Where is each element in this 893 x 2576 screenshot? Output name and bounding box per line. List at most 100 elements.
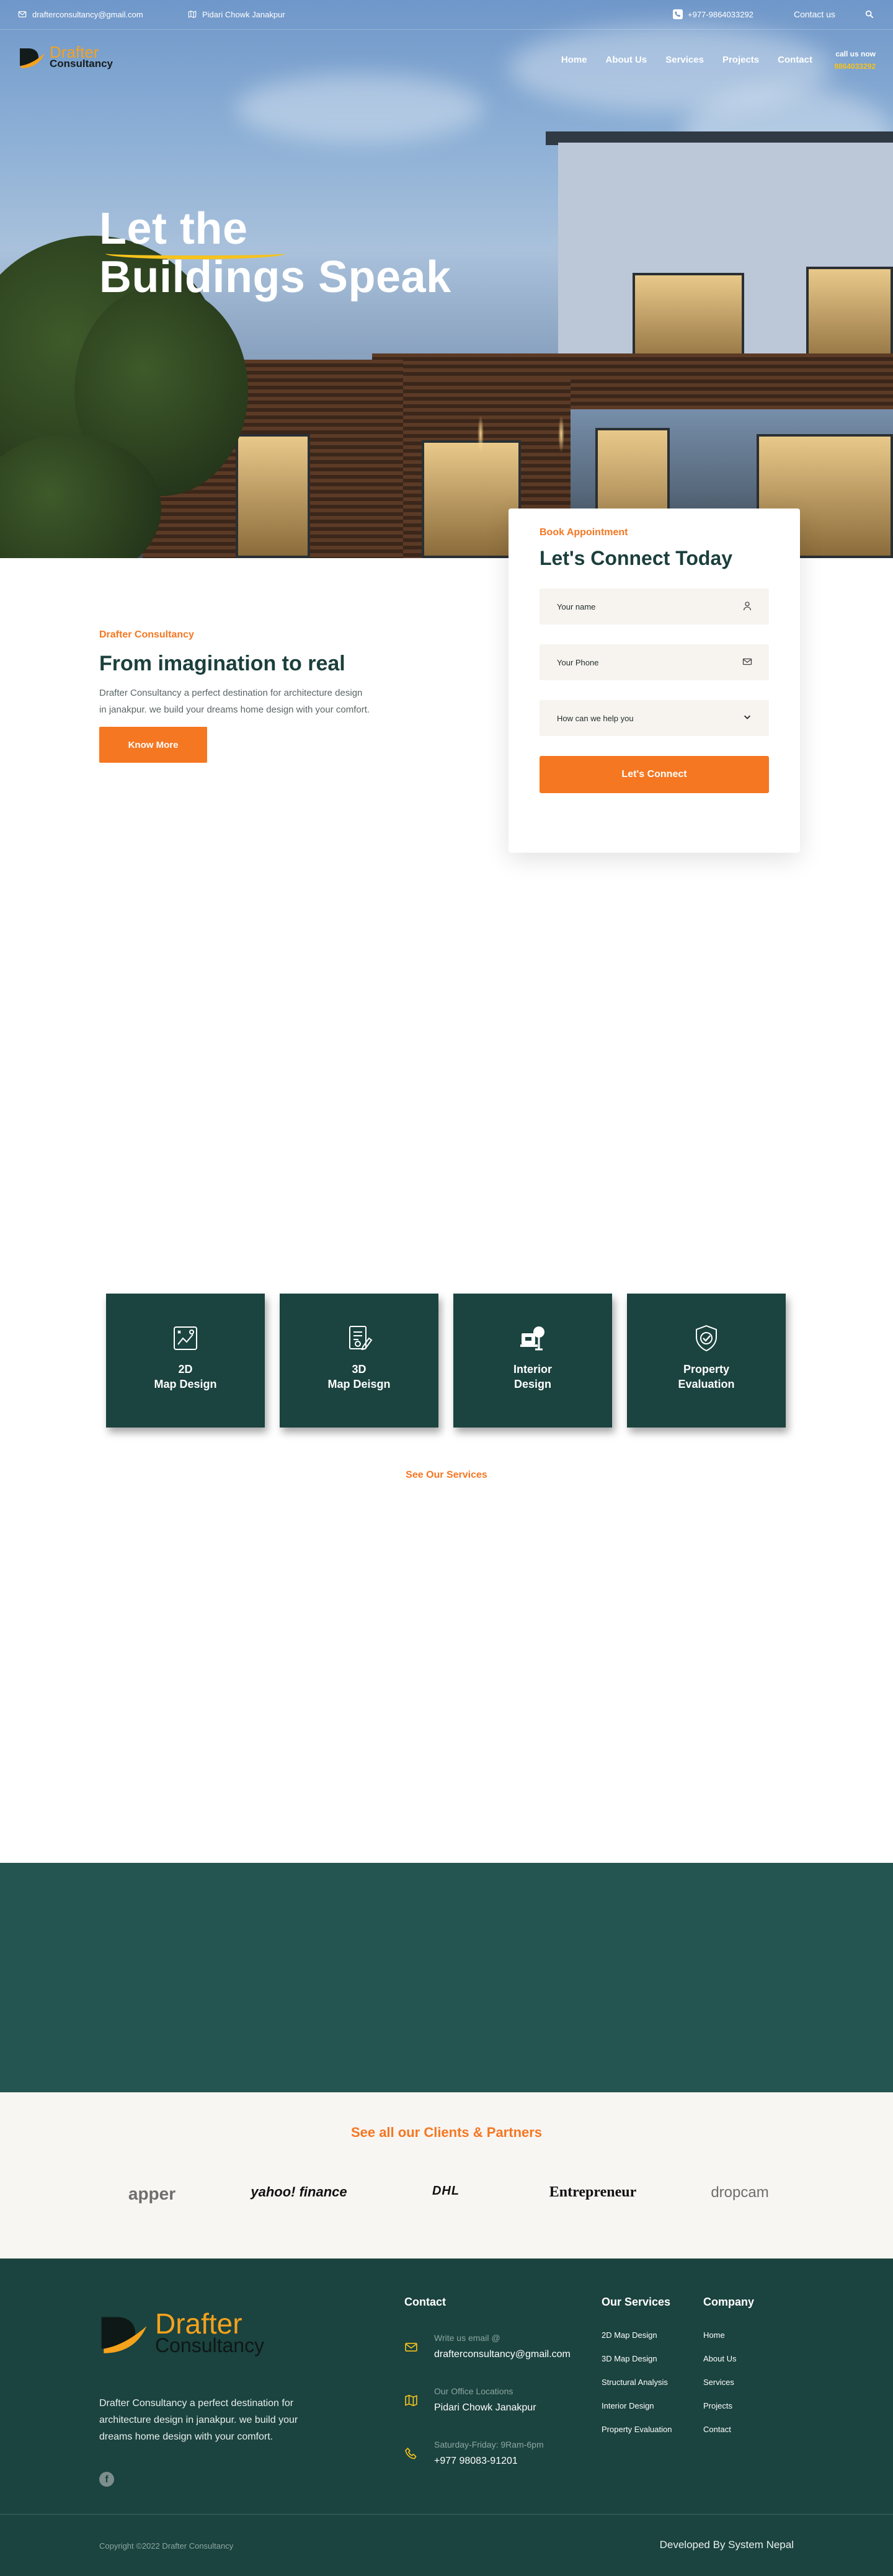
developer-credit[interactable]: Developed By System Nepal bbox=[660, 2539, 794, 2551]
map-3d-icon bbox=[349, 1326, 373, 1351]
footer-company-title: Company bbox=[703, 2296, 755, 2308]
topbar-contact-text: Contact us bbox=[794, 9, 835, 19]
service-card-3d[interactable]: 3D Map Deisgn bbox=[280, 1294, 438, 1428]
know-more-button[interactable]: Know More bbox=[99, 727, 207, 763]
nav-item-projects[interactable]: Projects bbox=[722, 55, 759, 65]
facebook-icon[interactable]: f bbox=[99, 2472, 114, 2487]
footer-description: Drafter Consultancy a perfect destinatio… bbox=[99, 2398, 298, 2442]
logo-line-2: Consultancy bbox=[50, 58, 113, 69]
topbar-contact-link[interactable]: Contact us bbox=[794, 9, 835, 19]
teal-band bbox=[0, 1863, 893, 2092]
footer-logo-line-2: Consultancy bbox=[155, 2334, 265, 2356]
appointment-kicker: Book Appointment bbox=[540, 527, 628, 538]
contact-value: Pidari Chowk Janakpur bbox=[434, 2402, 536, 2413]
footer-company-link[interactable]: Home bbox=[703, 2330, 725, 2340]
phone-field-placeholder: Your Phone bbox=[557, 657, 599, 667]
help-select-placeholder: How can we help you bbox=[557, 713, 634, 723]
envelope-icon bbox=[742, 657, 753, 668]
footer-company-link[interactable]: Projects bbox=[703, 2401, 732, 2410]
footer-contact-location: Our Office Locations Pidari Chowk Janakp… bbox=[404, 2386, 536, 2414]
name-field[interactable]: Your name bbox=[540, 588, 769, 624]
service-name: Interior Design bbox=[513, 1363, 552, 1390]
footer-services-title: Our Services bbox=[602, 2296, 671, 2308]
hero-section: drafterconsultancy@gmail.com Pidari Chow… bbox=[0, 0, 893, 558]
phone-icon bbox=[673, 9, 683, 19]
partner-logo-apper: apper bbox=[128, 2184, 176, 2203]
intro-title: From imagination to real bbox=[99, 652, 345, 675]
partner-logo-dropcam: dropcam bbox=[711, 2184, 769, 2201]
logo-text: Drafter Consultancy bbox=[50, 43, 113, 69]
copyright-text: Copyright ©2022 Drafter Consultancy bbox=[99, 2541, 234, 2551]
page: drafterconsultancy@gmail.com Pidari Chow… bbox=[0, 0, 893, 2576]
service-card-interior[interactable]: Interior Design bbox=[453, 1294, 612, 1428]
intro-kicker: Drafter Consultancy bbox=[99, 629, 194, 640]
see-our-services-link[interactable]: See Our Services bbox=[0, 1470, 893, 1481]
service-card-property[interactable]: Property Evaluation bbox=[627, 1294, 786, 1428]
appointment-card: Book Appointment Let's Connect Today You… bbox=[509, 509, 800, 853]
map-icon bbox=[404, 2394, 420, 2410]
footer-logo-text: Drafter Consultancy bbox=[155, 2307, 265, 2356]
building-window bbox=[422, 440, 521, 558]
footer-contact-phone[interactable]: Saturday-Friday: 9Ram-6pm +977 98083-912… bbox=[404, 2440, 544, 2467]
intro-section: Drafter Consultancy From imagination to … bbox=[99, 629, 372, 763]
building-window bbox=[236, 434, 310, 558]
footer-service-link[interactable]: Interior Design bbox=[602, 2401, 654, 2410]
search-icon bbox=[864, 9, 874, 19]
intro-text: Drafter Consultancy a perfect destinatio… bbox=[99, 688, 370, 715]
nav-item-about[interactable]: About Us bbox=[606, 55, 647, 65]
mail-icon bbox=[17, 9, 27, 19]
lets-connect-button[interactable]: Let's Connect bbox=[540, 756, 769, 793]
hero-title-line-1: Let the bbox=[99, 204, 248, 254]
nav-item-services[interactable]: Services bbox=[665, 55, 704, 65]
service-name: 3D Map Deisgn bbox=[327, 1363, 391, 1390]
topbar-phone[interactable]: +977-9864033292 bbox=[673, 9, 753, 19]
topbar-location-text: Pidari Chowk Janakpur bbox=[202, 9, 285, 19]
nav-item-contact[interactable]: Contact bbox=[778, 55, 812, 65]
footer-contact-email[interactable]: Write us email @ drafterconsultancy@gmai… bbox=[404, 2333, 571, 2360]
chevron-down-icon bbox=[742, 713, 753, 724]
footer-company-link[interactable]: Contact bbox=[703, 2425, 731, 2434]
footer-contact-title: Contact bbox=[404, 2296, 446, 2308]
phone-field[interactable]: Your Phone bbox=[540, 644, 769, 680]
contact-label: Our Office Locations bbox=[434, 2386, 513, 2396]
footer-logo-line-1: Drafter bbox=[155, 2307, 242, 2340]
main-nav: Drafter Consultancy Home About Us Servic… bbox=[0, 37, 893, 81]
partner-logo-entrepreneur: Entrepreneur bbox=[549, 2184, 637, 2200]
service-name: 2D Map Design bbox=[154, 1363, 217, 1390]
call-us-number: 9864033292 bbox=[834, 62, 876, 71]
partner-logo-dhl: DHL bbox=[432, 2184, 460, 2198]
help-select[interactable]: How can we help you bbox=[540, 700, 769, 736]
service-card-2d[interactable]: 2D Map Design bbox=[106, 1294, 265, 1428]
footer-service-link[interactable]: 3D Map Design bbox=[602, 2354, 657, 2363]
topbar-email[interactable]: drafterconsultancy@gmail.com bbox=[17, 9, 143, 19]
partner-logo-yahoo: yahoo! finance bbox=[251, 2184, 347, 2200]
footer-company-link[interactable]: About Us bbox=[703, 2354, 736, 2363]
logo-mark-icon bbox=[101, 2317, 147, 2353]
phone-icon bbox=[404, 2447, 420, 2463]
top-bar: drafterconsultancy@gmail.com Pidari Chow… bbox=[0, 0, 893, 30]
footer-service-link[interactable]: Property Evaluation bbox=[602, 2425, 672, 2434]
user-icon bbox=[742, 601, 753, 612]
service-name: Property Evaluation bbox=[678, 1363, 735, 1390]
contact-label: Write us email @ bbox=[434, 2333, 500, 2343]
contact-value: +977 98083-91201 bbox=[434, 2456, 518, 2466]
nav-menu: Home About Us Services Projects Contact bbox=[561, 55, 812, 65]
contact-label: Saturday-Friday: 9Ram-6pm bbox=[434, 2440, 544, 2449]
footer-logo[interactable]: Drafter Consultancy bbox=[99, 2309, 264, 2356]
site-logo[interactable]: Drafter Consultancy bbox=[19, 43, 113, 69]
hero-title: Let the Buildings Speak bbox=[99, 205, 451, 301]
interior-icon bbox=[520, 1326, 544, 1351]
footer-service-link[interactable]: Structural Analysis bbox=[602, 2378, 668, 2387]
logo-line-1: Drafter bbox=[50, 43, 99, 61]
nav-item-home[interactable]: Home bbox=[561, 55, 587, 65]
call-us-block[interactable]: call us now 9864033292 bbox=[834, 50, 876, 71]
footer-company-link[interactable]: Services bbox=[703, 2378, 734, 2387]
footer: Drafter Consultancy Drafter Consultancy … bbox=[0, 2258, 893, 2576]
wall-light bbox=[558, 415, 564, 453]
partners-title: See all our Clients & Partners bbox=[350, 2125, 543, 2140]
mail-icon bbox=[404, 2340, 420, 2356]
search-button[interactable] bbox=[864, 9, 874, 19]
cloud bbox=[236, 74, 484, 143]
topbar-email-text: drafterconsultancy@gmail.com bbox=[32, 9, 143, 19]
footer-service-link[interactable]: 2D Map Design bbox=[602, 2330, 657, 2340]
